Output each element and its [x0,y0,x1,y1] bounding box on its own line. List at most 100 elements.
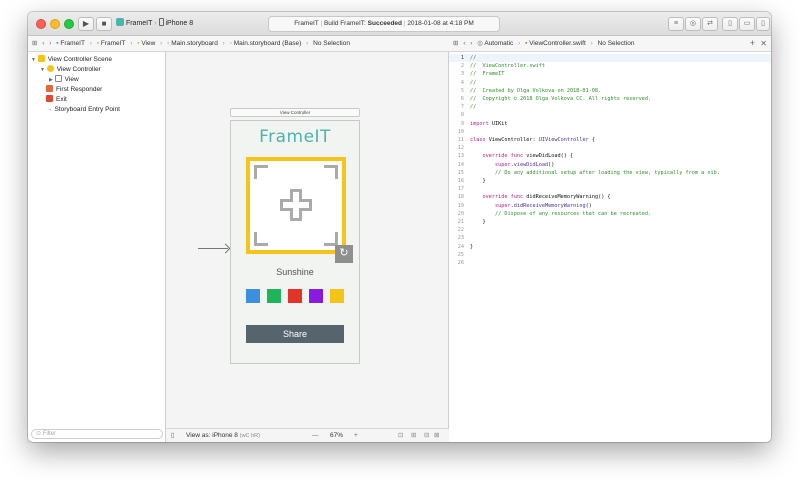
canvas-bottom-bar: ▯ View as: iPhone 8 (wC hR) — 67% + ⊡ ⊞ … [166,428,449,442]
outline-toggle-icon[interactable]: ▯ [171,429,175,442]
code-line[interactable]: 5 // Created by Olga Volkova on 2018-01-0… [449,87,771,95]
rotate-icon: ↻ [339,247,349,259]
jump-bar-item[interactable]: ◎ Automatic [477,36,513,51]
view-as-button[interactable]: View as: iPhone 8 (wC hR) [186,429,260,442]
code-line[interactable]: 7 // [449,103,771,111]
close-icon[interactable]: ✕ [760,36,767,51]
code-line[interactable]: 25 [449,251,771,259]
chevron-right-icon: › [89,40,92,47]
view-controller-title-bar[interactable]: View Controller [230,108,360,117]
photo-frame[interactable] [246,157,346,254]
back-icon[interactable]: ‹ [463,36,465,51]
stop-button[interactable]: ■ [96,17,112,31]
jump-bar-item[interactable]: ▪ ViewController.swift [525,36,586,51]
code-token: } [470,178,486,184]
forward-icon[interactable]: › [49,36,51,51]
tree-item-exit[interactable]: Exit [46,95,67,105]
code-line[interactable]: 9 import UIKit [449,120,771,128]
code-line[interactable]: 18 override func didReceiveMemoryWarning… [449,193,771,201]
forward-icon[interactable]: › [470,36,472,51]
view-controller-scene[interactable]: FrameIT ↻ Sunshine Share [230,120,360,364]
add-constraints-icon[interactable]: ⊠ [434,429,439,442]
code-token: super [470,202,511,209]
color-swatch-purple[interactable] [309,289,323,303]
version-editor-button[interactable]: ⇄ [702,17,718,31]
code-token: // [470,79,477,86]
zoom-in-button[interactable]: + [354,429,358,442]
jump-bar-item[interactable]: ▪ FrameIT [56,36,85,51]
code-line[interactable]: 6 // Copyright © 2018 Olga Volkova CC. Al… [449,95,771,103]
update-frames-icon[interactable]: ⊡ [398,429,403,442]
code-line[interactable]: 4 // [449,79,771,87]
assistant-editor-button[interactable]: ◎ [685,17,701,31]
code-line[interactable]: 19 super.didReceiveMemoryWarning() [449,202,771,210]
code-line[interactable]: 26 [449,259,771,267]
code-line[interactable]: 24} [449,243,771,251]
color-swatch-red[interactable] [288,289,302,303]
code-line[interactable]: 12 [449,144,771,152]
outline-filter-input[interactable]: ⊙ Filter [31,429,163,439]
code-line[interactable]: 13 override func viewDidLoad() { [449,152,771,160]
code-line[interactable]: 15 // Do any additional setup after load… [449,169,771,177]
jump-bar-item[interactable]: ▪ View [137,36,155,51]
toggle-navigator-button[interactable]: ▯ [722,17,738,31]
code-line[interactable]: 8 [449,111,771,119]
related-items-icon[interactable]: ⊞ [453,36,458,51]
color-swatch-green[interactable] [267,289,281,303]
code-line[interactable]: 14 super.viewDidLoad() [449,161,771,169]
share-button[interactable]: Share [246,325,344,343]
code-line[interactable]: 3 // FrameIT [449,70,771,78]
jump-bar-item[interactable]: ▪ FrameIT [97,36,126,51]
color-swatch-yellow[interactable] [330,289,344,303]
jump-bar-item[interactable]: ▫ Main.storyboard [167,36,218,51]
folder-icon: ▪ [137,40,140,47]
line-number: 17 [457,186,464,193]
photo-name-label: Sunshine [276,267,314,277]
toggle-debug-button[interactable]: ▭ [739,17,755,31]
code-line[interactable]: 16 } [449,177,771,185]
code-line[interactable]: 1 // [449,54,771,63]
standard-editor-button[interactable]: ≡ [668,17,684,31]
code-line[interactable]: 17 [449,185,771,193]
add-icon[interactable]: + [750,36,755,51]
back-icon[interactable]: ‹ [42,36,44,51]
tree-item-scene[interactable]: ▼ View Controller Scene [31,55,112,65]
zoom-out-button[interactable]: — [312,429,319,442]
code-line[interactable]: 22 [449,226,771,234]
tree-item-label: View Controller [56,66,101,73]
code-line[interactable]: 23 [449,234,771,242]
code-editor[interactable]: 1 // 2 // ViewController.swift 3 // FrameIT 4 /… [449,52,771,442]
zoom-window-button[interactable] [64,19,74,29]
align-icon[interactable]: ⊟ [424,429,429,442]
tree-item-view[interactable]: ▶ View [49,75,79,85]
tree-item-first-responder[interactable]: First Responder [46,85,102,95]
close-window-button[interactable] [36,19,46,29]
jump-bar-item[interactable]: No Selection [598,36,635,51]
storyboard-icon: ▫ [229,40,232,47]
toggle-inspector-button[interactable]: ▯ [756,17,770,31]
line-number: 22 [457,227,464,234]
code-line[interactable]: 11 class ViewController: UIViewController… [449,136,771,144]
scheme-selector[interactable]: FrameIT › iPhone 8 [116,17,193,31]
minimize-window-button[interactable] [50,19,60,29]
tree-item-view-controller[interactable]: ▼ View Controller [40,65,101,75]
code-line[interactable]: 21 } [449,218,771,226]
jump-bar-item-label: Main.storyboard (Base) [233,40,302,47]
disclosure-down-icon: ▼ [40,67,45,73]
add-photo-icon[interactable] [280,189,312,221]
tree-item-entry-point[interactable]: → Storyboard Entry Point [46,105,120,115]
embed-in-stack-icon[interactable]: ⊞ [411,429,416,442]
rotate-button[interactable]: ↻ [335,245,353,263]
run-button[interactable]: ▶ [78,17,94,31]
jump-bar-item[interactable]: ▫ Main.storyboard (Base) [230,36,302,51]
grid-icon[interactable]: ⊞ [32,36,37,51]
device-icon [158,18,164,26]
code-line[interactable]: 2 // ViewController.swift [449,62,771,70]
code-token: () [548,161,555,168]
chevron-right-icon: › [130,40,133,47]
jump-bar-item[interactable]: No Selection [313,36,350,51]
color-swatch-blue[interactable] [246,289,260,303]
activity-status: Succeeded [367,20,402,27]
code-line[interactable]: 10 [449,128,771,136]
code-line[interactable]: 20 // Dispose of any resources that can … [449,210,771,218]
